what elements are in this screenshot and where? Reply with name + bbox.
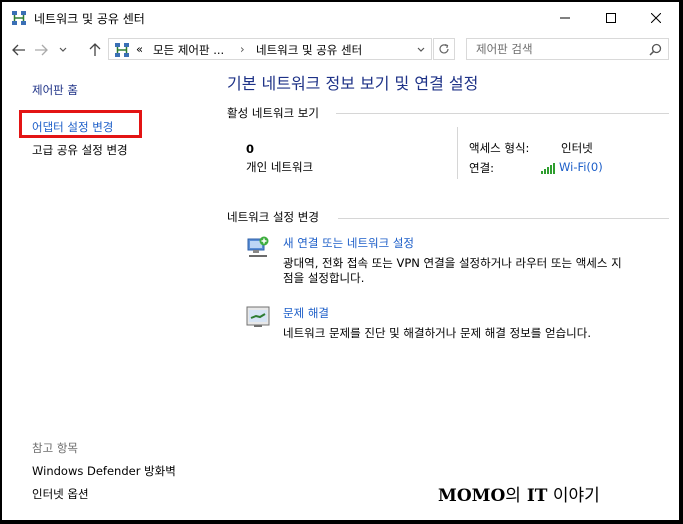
section-divider	[338, 218, 669, 219]
forward-arrow-icon	[35, 44, 48, 56]
maximize-button[interactable]	[588, 2, 634, 33]
troubleshoot-icon	[246, 306, 270, 327]
new-connection-description-1: 광대역, 전화 접속 또는 VPN 연결을 설정하거나 라우터 또는 액세스 지	[283, 256, 622, 270]
window-title: 네트워크 및 공유 센터	[34, 12, 145, 26]
access-type-label: 액세스 형식:	[469, 141, 530, 155]
watermark-particle: 의	[505, 486, 521, 506]
recent-locations-button[interactable]	[54, 40, 72, 60]
section-divider	[336, 113, 669, 114]
highlight-box	[19, 110, 142, 138]
refresh-icon	[439, 43, 449, 54]
connection-label: 연결:	[469, 161, 495, 175]
close-button[interactable]	[633, 2, 679, 33]
title-bar: 네트워크 및 공유 센터	[2, 2, 679, 33]
watermark-it: IT	[526, 486, 548, 506]
new-connection-description-2: 점을 설정합니다.	[283, 271, 365, 285]
network-name: 0	[246, 142, 255, 156]
active-networks-title: 활성 네트워크 보기	[227, 106, 319, 120]
troubleshoot-link[interactable]: 문제 해결	[283, 305, 329, 321]
see-also-title: 참고 항목	[32, 441, 78, 455]
search-box[interactable]	[466, 38, 669, 60]
network-sharing-center-window: 네트워크 및 공유 센터 « 모든 제어판 ... › 네트워크 및 공유 센터…	[2, 2, 679, 520]
breadcrumb-network-sharing[interactable]: 네트워크 및 공유 센터	[256, 42, 362, 58]
navigation-bar: « 모든 제어판 ... › 네트워크 및 공유 센터	[2, 36, 679, 64]
chevron-down-icon[interactable]	[417, 47, 425, 53]
new-connection-icon	[247, 236, 269, 257]
breadcrumb-control-panel[interactable]: 모든 제어판 ...	[153, 42, 224, 58]
up-arrow-icon	[89, 43, 101, 56]
troubleshoot-description: 네트워크 문제를 진단 및 해결하거나 문제 해결 정보를 얻습니다.	[283, 326, 591, 340]
wifi-connection-link[interactable]: Wi-Fi(0)	[559, 160, 603, 174]
vertical-divider	[457, 127, 458, 179]
access-type-value: 인터넷	[561, 141, 593, 155]
minimize-icon	[560, 17, 570, 18]
watermark-story: 이야기	[547, 486, 600, 506]
refresh-button[interactable]	[433, 38, 455, 60]
watermark: MOMO의 IT 이야기	[438, 481, 600, 506]
chevron-down-icon	[59, 47, 67, 52]
advanced-sharing-settings-link[interactable]: 고급 공유 설정 변경	[32, 142, 128, 158]
search-icon[interactable]	[649, 43, 662, 56]
network-icon	[12, 11, 26, 25]
forward-button[interactable]	[32, 40, 50, 60]
close-icon	[651, 12, 661, 23]
control-panel-home-link[interactable]: 제어판 홈	[32, 82, 78, 98]
network-type[interactable]: 개인 네트워크	[246, 159, 313, 175]
breadcrumb-separator-icon[interactable]: ›	[240, 42, 245, 56]
internet-options-link[interactable]: 인터넷 옵션	[32, 486, 89, 502]
watermark-brand: MOMO	[438, 486, 506, 506]
back-arrow-icon	[12, 44, 25, 56]
address-bar[interactable]: « 모든 제어판 ... › 네트워크 및 공유 센터	[108, 38, 432, 60]
maximize-icon	[606, 12, 616, 23]
wifi-signal-icon	[541, 163, 555, 174]
new-connection-link[interactable]: 새 연결 또는 네트워크 설정	[283, 235, 414, 251]
minimize-button[interactable]	[542, 2, 588, 33]
back-button[interactable]	[10, 40, 28, 60]
breadcrumb-overflow[interactable]: «	[136, 42, 143, 56]
page-title: 기본 네트워크 정보 보기 및 연결 설정	[227, 74, 479, 93]
search-input[interactable]	[467, 39, 646, 59]
network-icon	[115, 43, 129, 57]
up-button[interactable]	[86, 40, 104, 60]
change-settings-title: 네트워크 설정 변경	[227, 210, 319, 224]
windows-defender-firewall-link[interactable]: Windows Defender 방화벽	[32, 463, 176, 479]
